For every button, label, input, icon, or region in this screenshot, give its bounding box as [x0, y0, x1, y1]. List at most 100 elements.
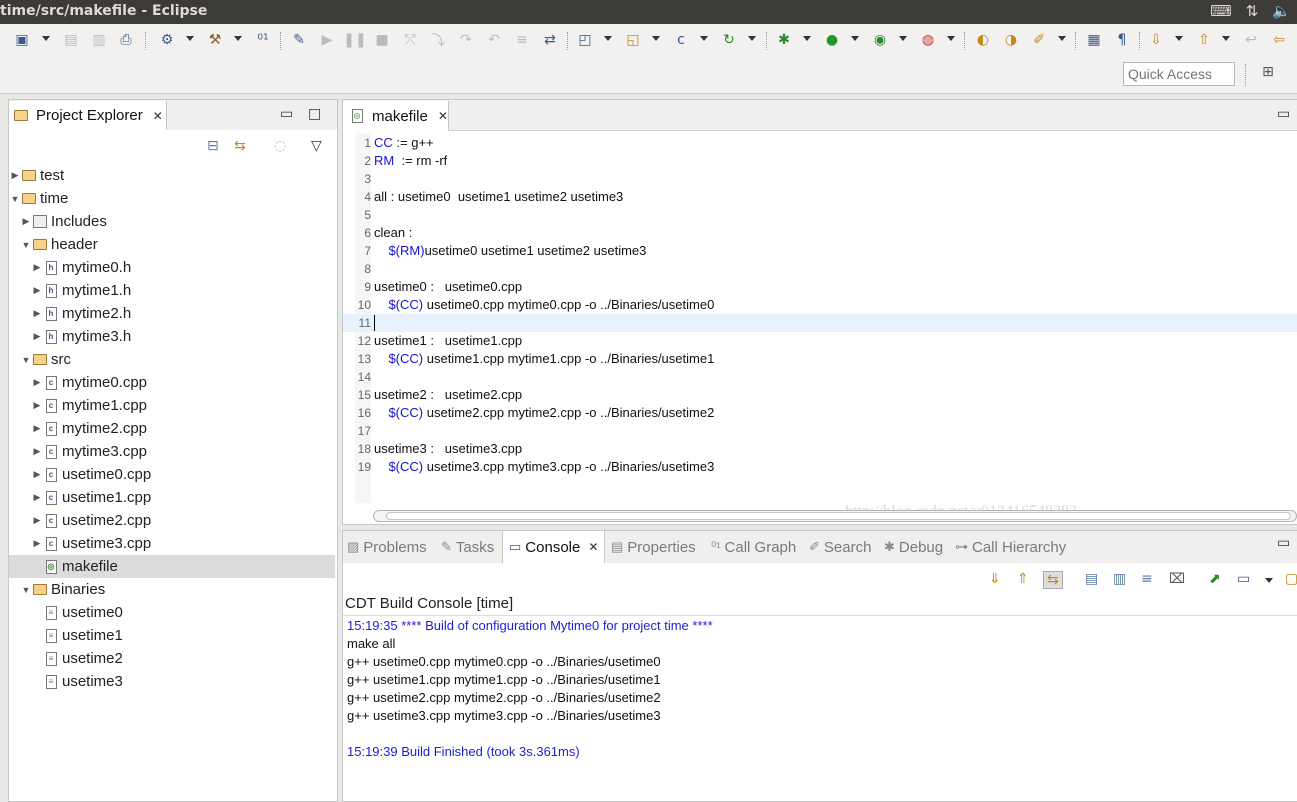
code-line[interactable]: 3: [343, 170, 1297, 188]
suspend-icon[interactable]: ❚❚: [343, 29, 366, 51]
close-icon[interactable]: ✕: [153, 109, 163, 123]
collapsed-arrow-icon[interactable]: ▶: [31, 331, 43, 342]
quick-access-input[interactable]: [1123, 62, 1235, 86]
view-menu-icon[interactable]: ▽: [311, 138, 322, 154]
tab-console[interactable]: ▭ Console ✕: [502, 531, 606, 563]
tree-item-usetime0-cpp[interactable]: ▶ c usetime0.cpp: [9, 463, 335, 486]
tree-item-mytime2-h[interactable]: ▶ h mytime2.h: [9, 302, 335, 325]
search-tool-icon[interactable]: ✐: [1028, 29, 1050, 51]
code-line[interactable]: 17: [343, 422, 1297, 440]
build-hammer-icon[interactable]: ⚒: [204, 29, 226, 51]
tab-project-explorer[interactable]: Project Explorer ✕: [9, 101, 167, 130]
code-line[interactable]: 16 $(CC) usetime2.cpp mytime2.cpp -o ../…: [343, 404, 1297, 422]
run-icon[interactable]: ●: [821, 29, 843, 51]
filter-icon[interactable]: ◌: [274, 138, 286, 154]
terminate-icon[interactable]: ■: [371, 29, 393, 51]
chevron-down-icon[interactable]: [604, 36, 612, 41]
open-perspective-icon[interactable]: ⊞: [1258, 64, 1278, 84]
network-icon[interactable]: ⇅: [1246, 2, 1259, 20]
chevron-down-icon[interactable]: [700, 36, 708, 41]
collapsed-arrow-icon[interactable]: ▶: [31, 423, 43, 434]
code-line[interactable]: 14: [343, 368, 1297, 386]
volume-icon[interactable]: 🔈: [1272, 2, 1291, 20]
word-wrap-icon[interactable]: ▥: [1113, 571, 1126, 587]
chevron-down-icon[interactable]: [1265, 578, 1273, 583]
code-line[interactable]: 6 clean :: [343, 224, 1297, 242]
chevron-down-icon[interactable]: [803, 36, 811, 41]
tree-item-usetime1[interactable]: ≡ usetime1: [9, 624, 335, 647]
last-edit-location-icon[interactable]: ↩: [1240, 29, 1262, 51]
link-with-editor-icon[interactable]: ⇆: [234, 138, 246, 154]
previous-annotation-icon[interactable]: ⇧: [1193, 29, 1215, 51]
tab-properties[interactable]: ▤ Properties: [611, 531, 696, 563]
scroll-down-icon[interactable]: ⇓: [989, 571, 1001, 587]
chevron-down-icon[interactable]: [851, 36, 859, 41]
minimize-icon[interactable]: ▭: [1277, 106, 1290, 122]
chevron-down-icon[interactable]: [234, 36, 242, 41]
tree-item-mytime0-cpp[interactable]: ▶ c mytime0.cpp: [9, 371, 335, 394]
tab-tasks[interactable]: ✎ Tasks: [441, 531, 494, 563]
new-console-icon[interactable]: ⬈: [1209, 571, 1221, 587]
toggle-mark-occurrences-icon[interactable]: ▦: [1083, 29, 1105, 51]
chevron-down-icon[interactable]: [1058, 36, 1066, 41]
minimize-icon[interactable]: ▭: [1277, 535, 1290, 551]
chevron-down-icon[interactable]: [652, 36, 660, 41]
tree-item-mytime0-h[interactable]: ▶ h mytime0.h: [9, 256, 335, 279]
use-step-filters-icon[interactable]: ⇄: [539, 29, 561, 51]
code-line[interactable]: 15 usetime2 : usetime2.cpp: [343, 386, 1297, 404]
collapsed-arrow-icon[interactable]: ▶: [9, 170, 21, 181]
scroll-lock-icon[interactable]: ⇆: [1043, 571, 1063, 589]
tab-makefile[interactable]: ◎ makefile ✕: [343, 101, 449, 131]
disconnect-icon[interactable]: ⤲: [399, 29, 421, 51]
code-line[interactable]: 8: [343, 260, 1297, 278]
tree-item-usetime3-cpp[interactable]: ▶ c usetime3.cpp: [9, 532, 335, 555]
code-line[interactable]: 7 $(RM)usetime0 usetime1 usetime2 usetim…: [343, 242, 1297, 260]
new-project-icon[interactable]: ◰: [574, 29, 596, 51]
code-line[interactable]: 5: [343, 206, 1297, 224]
build-config-icon[interactable]: ⚙: [156, 29, 178, 51]
collapsed-arrow-icon[interactable]: ▶: [31, 400, 43, 411]
tree-item-mytime2-cpp[interactable]: ▶ c mytime2.cpp: [9, 417, 335, 440]
horizontal-scrollbar[interactable]: [373, 510, 1297, 522]
refresh-icon[interactable]: ↻: [718, 29, 740, 51]
chevron-down-icon[interactable]: [947, 36, 955, 41]
tree-item-includes[interactable]: ▶ Includes: [9, 210, 335, 233]
instruction-step-icon[interactable]: ≡: [511, 29, 533, 51]
collapsed-arrow-icon[interactable]: ▶: [31, 446, 43, 457]
coverage-icon[interactable]: ◉: [869, 29, 891, 51]
code-line[interactable]: 12 usetime1 : usetime1.cpp: [343, 332, 1297, 350]
expanded-arrow-icon[interactable]: ▼: [20, 585, 32, 595]
scroll-up-icon[interactable]: ⇑: [1017, 571, 1029, 587]
maximize-icon[interactable]: □: [308, 106, 321, 122]
code-line[interactable]: 11: [343, 314, 1297, 332]
tree-item-usetime2-cpp[interactable]: ▶ c usetime2.cpp: [9, 509, 335, 532]
tab-call-graph[interactable]: ⁰¹ Call Graph: [711, 531, 796, 563]
collapsed-arrow-icon[interactable]: ▶: [20, 216, 32, 227]
tree-item-test[interactable]: ▶ test: [9, 164, 335, 187]
tab-call-hierarchy[interactable]: ⊶ Call Hierarchy: [955, 531, 1066, 563]
binary-icon[interactable]: ⁰¹: [252, 29, 274, 51]
code-line[interactable]: 9 usetime0 : usetime0.cpp: [343, 278, 1297, 296]
new-folder-icon[interactable]: ◱: [622, 29, 644, 51]
tree-item-mytime3-h[interactable]: ▶ h mytime3.h: [9, 325, 335, 348]
clear-console-icon[interactable]: ⌧: [1169, 571, 1185, 587]
tree-item-usetime1-cpp[interactable]: ▶ c usetime1.cpp: [9, 486, 335, 509]
tree-item-mytime1-h[interactable]: ▶ h mytime1.h: [9, 279, 335, 302]
minimize-icon[interactable]: ▭: [280, 106, 293, 122]
display-console-icon[interactable]: ▭: [1237, 571, 1250, 587]
tree-item-usetime0[interactable]: ≡ usetime0: [9, 601, 335, 624]
keyboard-icon[interactable]: ⌨: [1210, 2, 1232, 20]
new-icon[interactable]: ▣: [11, 29, 33, 51]
chevron-down-icon[interactable]: [1175, 36, 1183, 41]
collapsed-arrow-icon[interactable]: ▶: [31, 285, 43, 296]
chevron-down-icon[interactable]: [186, 36, 194, 41]
chevron-down-icon[interactable]: [748, 36, 756, 41]
code-line[interactable]: 18 usetime3 : usetime3.cpp: [343, 440, 1297, 458]
close-icon[interactable]: ✕: [438, 109, 448, 123]
step-return-icon[interactable]: ↶: [483, 29, 505, 51]
print-icon[interactable]: ⎙: [115, 29, 137, 51]
tree-item-mytime3-cpp[interactable]: ▶ c mytime3.cpp: [9, 440, 335, 463]
collapsed-arrow-icon[interactable]: ▶: [31, 515, 43, 526]
collapsed-arrow-icon[interactable]: ▶: [31, 469, 43, 480]
close-icon[interactable]: ✕: [588, 540, 598, 554]
